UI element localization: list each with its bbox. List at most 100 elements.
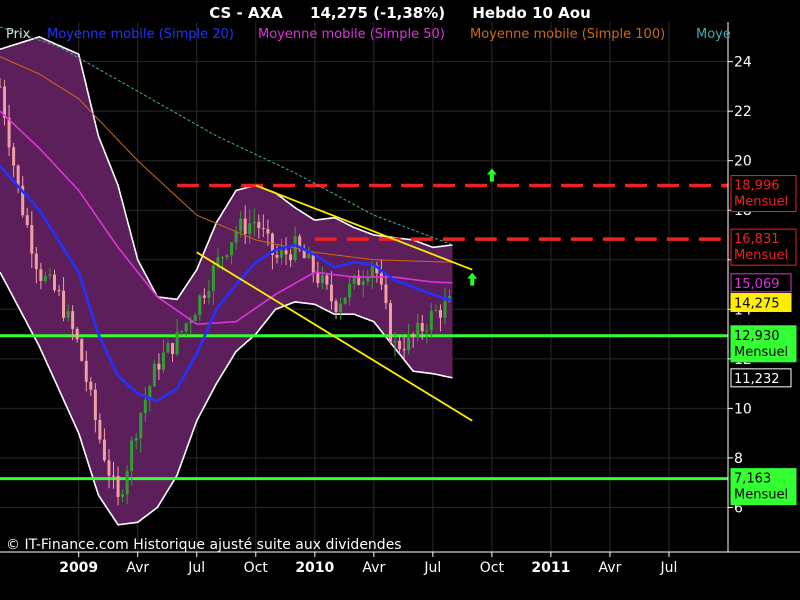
- candle-body: [379, 273, 383, 285]
- ticker-name: CS - AXA: [209, 4, 283, 22]
- candle-body: [71, 311, 75, 329]
- y-tick-label: 10: [734, 401, 752, 417]
- candle-body: [184, 323, 188, 332]
- candle-body: [230, 242, 234, 256]
- candle-body: [89, 381, 93, 390]
- candle-body: [339, 303, 343, 313]
- legend-item: Prix: [6, 27, 31, 42]
- candle-body: [107, 460, 111, 476]
- candle-body: [130, 440, 134, 472]
- candle-body: [220, 257, 224, 259]
- candle-body: [316, 272, 320, 284]
- candle-body: [121, 494, 125, 497]
- candle-body: [198, 295, 202, 316]
- candle-body: [420, 323, 424, 332]
- candle-body: [284, 250, 288, 255]
- candle-body: [43, 275, 47, 281]
- candle-body: [289, 254, 293, 261]
- candle-body: [3, 86, 7, 118]
- candle-body: [175, 331, 179, 355]
- x-tick-label: Jul: [423, 560, 441, 576]
- level-value: 12,930: [734, 329, 780, 344]
- value-tag-label: 15,069: [734, 277, 780, 292]
- chart-title: CS - AXA 14,275 (-1,38%) Hebdo 10 Aou: [209, 4, 591, 22]
- candle-body: [407, 334, 411, 351]
- value-tag-label: 14,275: [734, 296, 780, 311]
- candle-body: [402, 349, 406, 351]
- candle-body: [98, 419, 102, 440]
- value-tag-label: 11,232: [734, 372, 780, 387]
- candle-body: [25, 215, 29, 226]
- candle-body: [134, 438, 138, 441]
- candle-body: [366, 277, 370, 282]
- candle-body: [84, 360, 88, 382]
- candle-body: [329, 284, 333, 302]
- candle-body: [393, 340, 397, 343]
- candle-body: [239, 218, 243, 232]
- candle-body: [16, 165, 20, 186]
- candle-body: [398, 340, 402, 350]
- candle-body: [48, 274, 52, 276]
- candle-body: [166, 343, 170, 353]
- candle-body: [434, 309, 438, 311]
- candle-body: [0, 86, 2, 88]
- candle-body: [248, 223, 252, 234]
- candle-body: [112, 475, 116, 477]
- legend-item: Moye: [696, 27, 731, 42]
- candle-body: [7, 117, 11, 148]
- x-tick-label: Avr: [599, 560, 622, 576]
- level-sublabel: Mensuel: [734, 345, 788, 360]
- candle-body: [243, 218, 247, 234]
- candle-body: [180, 331, 184, 333]
- legend-item: Moyenne mobile (Simple 50): [258, 27, 445, 42]
- candle-body: [280, 250, 284, 258]
- price-chart: 681012141618202224 2009AvrJulOct2010AvrJ…: [0, 0, 800, 600]
- x-tick-label: Avr: [126, 560, 149, 576]
- candle-body: [252, 221, 256, 224]
- x-tick-label: 2009: [59, 560, 98, 576]
- candle-body: [384, 284, 388, 304]
- level-value: 18,996: [734, 179, 780, 194]
- candle-body: [343, 297, 347, 304]
- candle-body: [157, 363, 161, 370]
- candle-body: [193, 315, 197, 322]
- candle-body: [425, 330, 429, 332]
- candle-body: [325, 275, 329, 285]
- x-tick-label: Jul: [187, 560, 205, 576]
- y-tick-label: 20: [734, 154, 752, 170]
- candle-body: [334, 301, 338, 313]
- candle-body: [361, 281, 365, 285]
- candle-body: [257, 221, 261, 229]
- candle-body: [311, 254, 315, 273]
- candle-body: [388, 303, 392, 343]
- candle-body: [202, 295, 206, 298]
- candle-body: [438, 309, 442, 318]
- candle-body: [62, 290, 66, 318]
- legend-item: Moyenne mobile (Simple 100): [470, 27, 665, 42]
- x-tick-label: Jul: [660, 560, 678, 576]
- candle-body: [66, 311, 70, 318]
- x-tick-label: Oct: [244, 560, 269, 576]
- level-sublabel: Mensuel: [734, 195, 788, 210]
- x-tick-label: 2011: [531, 560, 570, 576]
- candle-body: [143, 399, 147, 414]
- candle-body: [34, 253, 38, 270]
- candle-body: [207, 290, 211, 298]
- candle-body: [80, 339, 84, 361]
- candle-body: [411, 334, 415, 338]
- candle-body: [443, 301, 447, 318]
- x-tick-label: 2010: [295, 560, 334, 576]
- candle-body: [52, 274, 56, 291]
- candle-body: [12, 147, 16, 166]
- price-change: 14,275 (-1,38%): [310, 4, 445, 22]
- y-tick-label: 24: [734, 55, 752, 71]
- candle-body: [152, 363, 156, 387]
- y-tick-label: 22: [734, 104, 752, 120]
- candle-body: [275, 254, 279, 258]
- period-label: Hebdo 10 Aou: [472, 4, 590, 22]
- candle-body: [307, 254, 311, 259]
- x-tick-label: Avr: [362, 560, 385, 576]
- y-tick-label: 8: [734, 451, 743, 467]
- legend-item: Moyenne mobile (Simple 20): [47, 27, 234, 42]
- candle-body: [125, 471, 129, 495]
